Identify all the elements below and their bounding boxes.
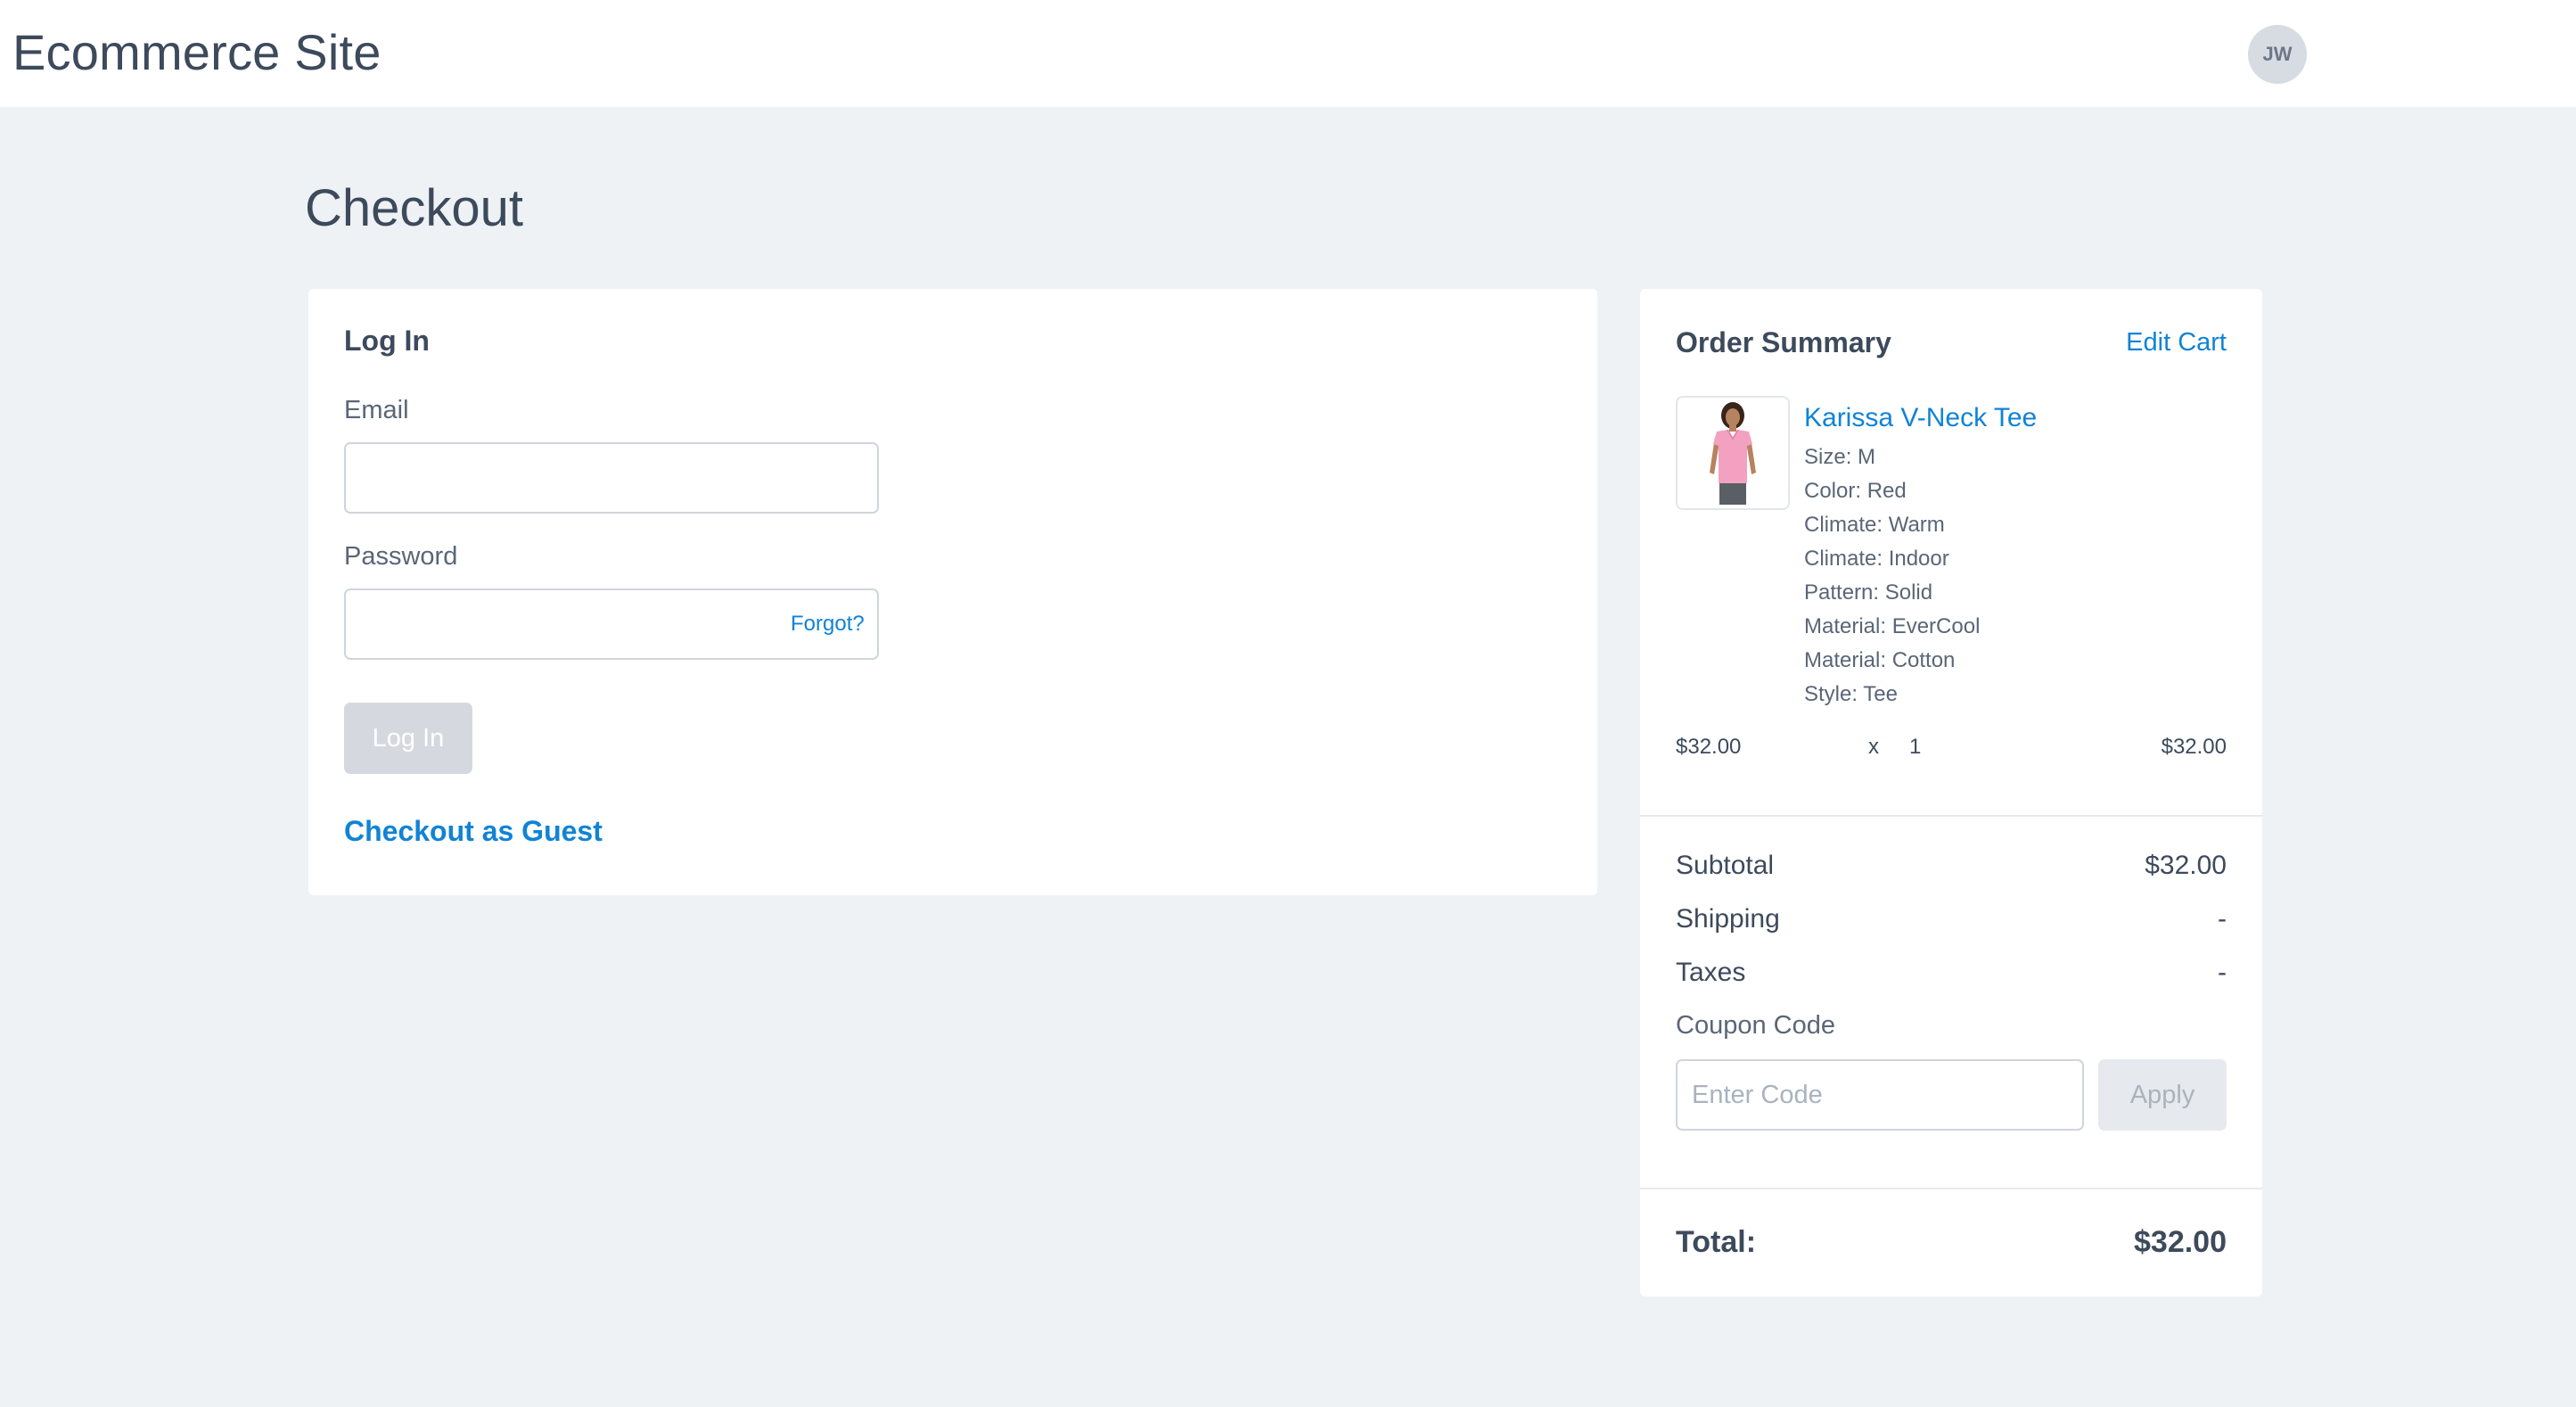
order-summary-heading: Order Summary bbox=[1676, 326, 1891, 358]
subtotal-label: Subtotal bbox=[1676, 851, 1775, 880]
edit-cart-link[interactable]: Edit Cart bbox=[2126, 328, 2227, 358]
login-card: Log In Email Password Forgot? Log In Che… bbox=[308, 289, 1597, 895]
attribute-climate: Climate: Warm bbox=[1804, 513, 1945, 537]
quantity: 1 bbox=[1909, 735, 1922, 759]
page-title: Checkout bbox=[305, 179, 524, 237]
attribute-size: Size: M bbox=[1804, 445, 1876, 469]
attribute-material: Material: Cotton bbox=[1804, 648, 1956, 672]
line-total: $32.00 bbox=[2161, 735, 2227, 759]
login-heading: Log In bbox=[344, 325, 430, 357]
taxes-row: Taxes - bbox=[1676, 958, 2227, 997]
coupon-code-input[interactable] bbox=[1676, 1059, 2084, 1131]
login-button[interactable]: Log In bbox=[344, 703, 472, 774]
attribute-climate: Climate: Indoor bbox=[1804, 547, 1949, 571]
subtotal-row: Subtotal $32.00 bbox=[1676, 851, 2227, 890]
taxes-label: Taxes bbox=[1676, 958, 1746, 987]
shipping-row: Shipping - bbox=[1676, 904, 2227, 943]
coupon-code-label: Coupon Code bbox=[1676, 1011, 1835, 1040]
times-symbol: x bbox=[1868, 735, 1879, 759]
apply-coupon-button[interactable]: Apply bbox=[2098, 1059, 2227, 1131]
shipping-value: - bbox=[2218, 904, 2227, 934]
product-name-link[interactable]: Karissa V-Neck Tee bbox=[1804, 403, 2037, 433]
email-label: Email bbox=[344, 396, 409, 424]
password-label: Password bbox=[344, 542, 458, 571]
divider bbox=[1640, 815, 2262, 817]
subtotal-value: $32.00 bbox=[2145, 851, 2227, 880]
taxes-value: - bbox=[2218, 958, 2227, 987]
total-value: $32.00 bbox=[2134, 1225, 2227, 1259]
attribute-style: Style: Tee bbox=[1804, 682, 1898, 706]
divider bbox=[1640, 1188, 2262, 1189]
product-image-icon bbox=[1678, 398, 1788, 508]
unit-price: $32.00 bbox=[1676, 735, 1742, 759]
attribute-pattern: Pattern: Solid bbox=[1804, 580, 1933, 605]
attribute-material: Material: EverCool bbox=[1804, 614, 1981, 638]
line-item-price-row: $32.00 x 1 $32.00 bbox=[1676, 735, 2227, 770]
shipping-label: Shipping bbox=[1676, 904, 1780, 934]
user-avatar[interactable]: JW bbox=[2248, 25, 2307, 84]
product-attributes: Size: M Color: Red Climate: Warm Climate… bbox=[1804, 440, 1980, 712]
checkout-as-guest-link[interactable]: Checkout as Guest bbox=[344, 815, 603, 848]
attribute-color: Color: Red bbox=[1804, 479, 1907, 503]
order-summary-card: Order Summary Edit Cart Karissa V-Neck T… bbox=[1640, 289, 2262, 1296]
total-label: Total: bbox=[1676, 1225, 1757, 1259]
site-title[interactable]: Ecommerce Site bbox=[12, 23, 381, 81]
top-navigation-bar: Ecommerce Site JW bbox=[0, 0, 2576, 107]
forgot-password-link[interactable]: Forgot? bbox=[791, 612, 865, 637]
email-field[interactable] bbox=[344, 442, 879, 514]
pink-tee-product-photo[interactable] bbox=[1676, 396, 1790, 510]
